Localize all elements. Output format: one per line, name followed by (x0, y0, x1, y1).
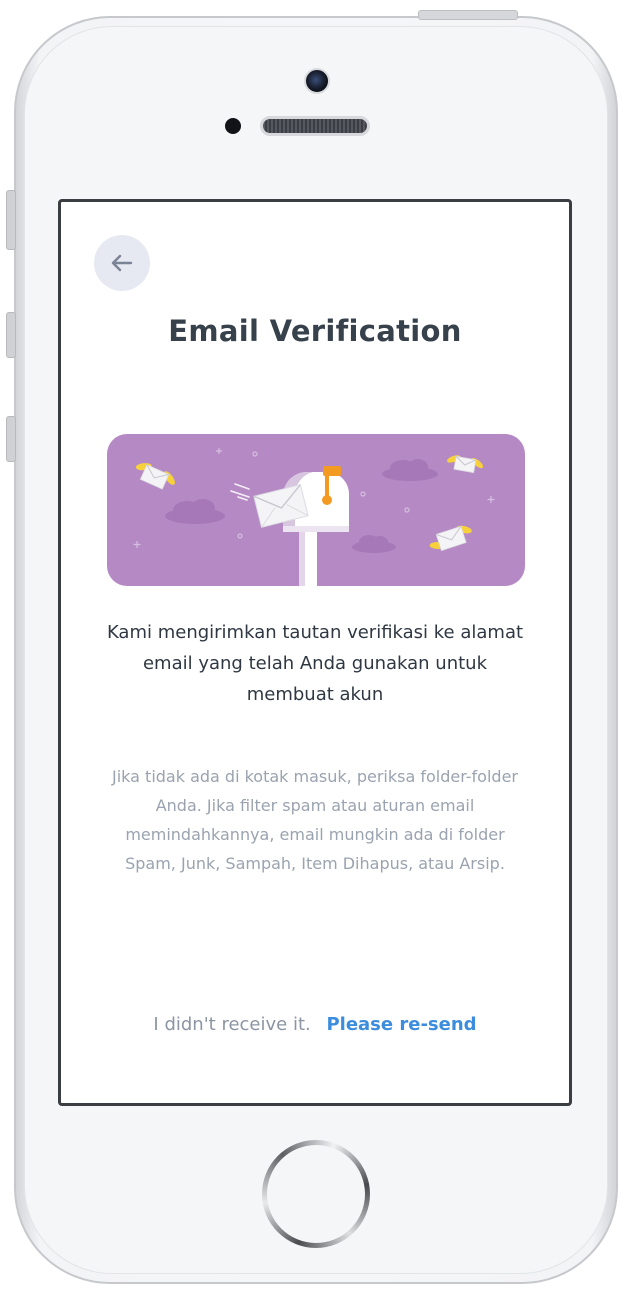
earpiece-speaker (260, 116, 370, 136)
home-button-face (267, 1145, 365, 1243)
resend-row: I didn't receive it. Please re-send (61, 1014, 569, 1035)
cloud-icon (165, 499, 225, 524)
resend-link[interactable]: Please re-send (326, 1014, 476, 1035)
verification-message: Kami mengirimkan tautan verifikasi ke al… (106, 622, 524, 705)
mute-switch (6, 190, 16, 250)
back-button[interactable] (94, 235, 150, 291)
mailbox-illustration (107, 434, 525, 586)
front-camera (304, 68, 330, 94)
power-button (418, 10, 518, 20)
page-title: Email Verification (168, 314, 462, 348)
app-screen: Email Verification Kami mengirimkan taut… (58, 199, 572, 1106)
cloud-icon (352, 535, 396, 553)
home-button[interactable] (262, 1140, 370, 1248)
envelope-icon (135, 463, 175, 490)
cloud-icon (382, 459, 438, 481)
volume-down-button (6, 416, 16, 462)
arrow-left-icon (111, 254, 133, 272)
proximity-sensor (225, 118, 241, 134)
spam-hint-message: Jika tidak ada di kotak masuk, periksa f… (112, 767, 518, 873)
envelope-icon (447, 455, 484, 474)
resend-prompt: I didn't receive it. (153, 1014, 311, 1035)
volume-up-button (6, 312, 16, 358)
envelope-icon (429, 525, 472, 552)
